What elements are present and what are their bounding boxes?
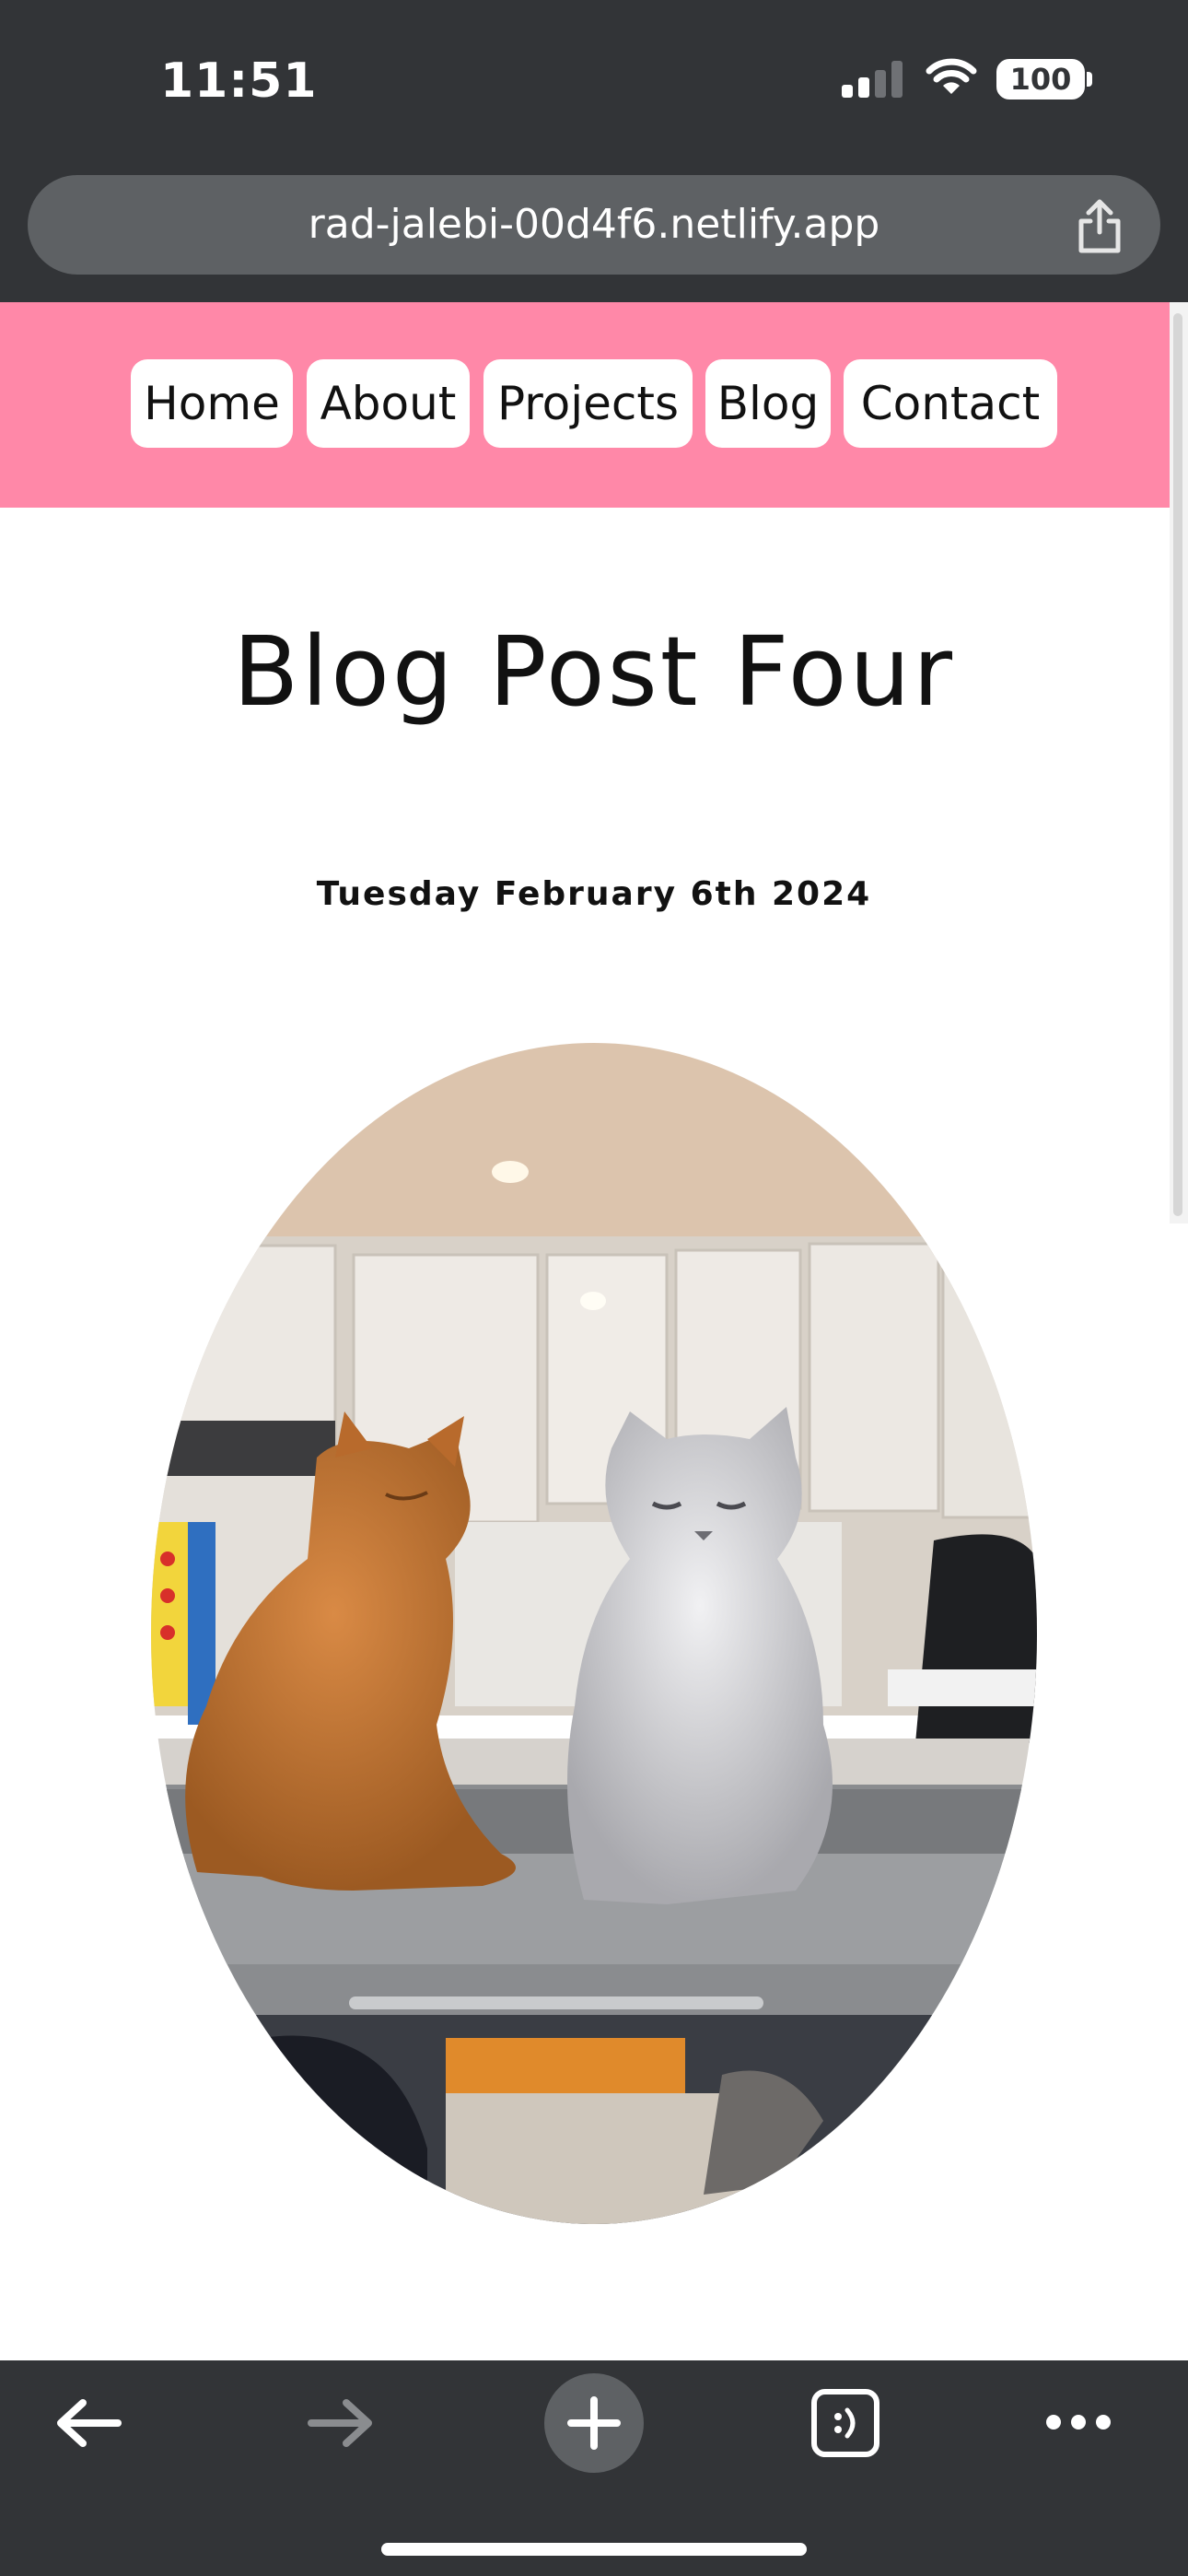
share-icon[interactable]	[1072, 197, 1127, 256]
wifi-icon	[926, 58, 977, 94]
nav-contact-button[interactable]: Contact	[844, 359, 1057, 448]
status-time: 11:51	[160, 53, 318, 109]
post-date: Tuesday February 6th 2024	[316, 875, 872, 913]
site-nav: Home About Projects Blog Contact	[0, 302, 1188, 508]
battery-icon: 100	[996, 59, 1085, 100]
nav-home-button[interactable]: Home	[131, 359, 293, 448]
cellular-signal-icon	[842, 61, 903, 98]
more-menu-icon[interactable]	[1044, 2408, 1112, 2436]
home-indicator[interactable]	[381, 2543, 807, 2556]
back-arrow-icon[interactable]	[52, 2392, 125, 2454]
url-text[interactable]: rad-jalebi-00d4f6.netlify.app	[28, 175, 1160, 275]
tabs-icon[interactable]	[810, 2388, 880, 2458]
address-bar[interactable]: rad-jalebi-00d4f6.netlify.app	[28, 175, 1160, 275]
post-title: Blog Post Four	[232, 615, 955, 728]
battery-nub	[1087, 72, 1092, 87]
nav-blog-button[interactable]: Blog	[705, 359, 831, 448]
forward-arrow-icon[interactable]	[304, 2392, 378, 2454]
new-tab-plus-icon[interactable]	[543, 2372, 645, 2474]
nav-projects-button[interactable]: Projects	[483, 359, 693, 448]
cats-photo	[151, 1043, 1037, 2224]
nav-about-button[interactable]: About	[307, 359, 470, 448]
scrollbar-thumb[interactable]	[1173, 313, 1182, 1216]
